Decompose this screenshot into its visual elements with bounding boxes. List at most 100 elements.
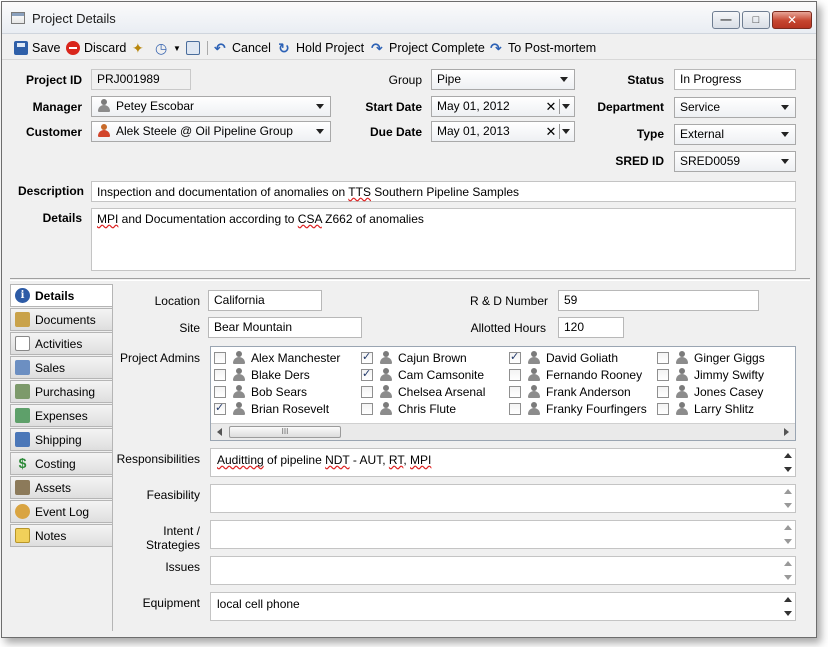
tab-expenses[interactable]: Expenses [10,404,113,427]
admin-item[interactable]: Chelsea Arsenal [361,383,485,400]
admin-checkbox[interactable] [509,385,521,398]
admin-checkbox[interactable] [214,385,226,398]
print-button[interactable] [186,39,200,57]
hold-project-button[interactable]: ↻ Hold Project [278,39,364,57]
admin-item[interactable]: Jones Casey [657,383,763,400]
site-input[interactable]: Bear Mountain [208,317,362,338]
sred-id-dropdown[interactable]: SRED0059 [674,151,796,172]
group-dropdown[interactable]: Pipe [431,69,575,90]
clear-date-icon[interactable]: ✕ [544,97,558,116]
admin-item[interactable]: David Goliath [509,349,618,366]
admin-checkbox[interactable] [657,368,669,381]
admin-item[interactable]: Brian Rosevelt [214,400,329,417]
admin-item[interactable]: Ginger Giggs [657,349,765,366]
admin-checkbox[interactable] [214,368,226,381]
admin-item[interactable]: Jimmy Swifty [657,366,764,383]
admin-checkbox[interactable] [361,367,373,381]
type-dropdown[interactable]: External [674,124,796,145]
tab-costing[interactable]: $ Costing [10,452,113,475]
save-button[interactable]: Save [14,39,61,57]
new-item-button[interactable]: ✦ [132,39,146,57]
admin-item[interactable]: Frank Anderson [509,383,631,400]
tab-label: Assets [35,480,72,495]
manager-label: Manager [32,100,82,114]
discard-button[interactable]: Discard [66,39,126,57]
admin-item[interactable]: Fernando Rooney [509,366,642,383]
admin-item[interactable]: Larry Shlitz [657,400,754,417]
responsibilities-scroll[interactable] [783,451,793,474]
admin-name: Frank Anderson [546,384,631,399]
customer-dropdown[interactable]: Alek Steele @ Oil Pipeline Group [91,121,331,142]
details-textarea[interactable]: MPI and Documentation according to CSA Z… [91,208,796,271]
tab-documents[interactable]: Documents [10,308,113,331]
admin-checkbox[interactable] [214,351,226,364]
admin-item[interactable]: Bob Sears [214,383,307,400]
notes-icon [15,528,30,543]
tab-label: Notes [35,528,67,543]
tab-sales[interactable]: Sales [10,356,113,379]
clear-date-icon[interactable]: ✕ [544,122,558,141]
admins-horizontal-scrollbar[interactable]: III [211,423,795,440]
location-input[interactable]: California [208,290,322,311]
to-post-mortem-button[interactable]: ↷ To Post-mortem [490,39,596,57]
equipment-textarea[interactable]: local cell phone [210,592,796,621]
responsibilities-textarea[interactable]: Auditting of pipeline NDT - AUT, RT, MPI [210,448,796,477]
chevron-down-icon[interactable] [562,104,570,109]
admin-checkbox[interactable] [657,385,669,398]
admin-item[interactable]: Cam Camsonite [361,366,484,383]
tab-label: Expenses [35,408,88,423]
admin-name: Jones Casey [694,384,764,399]
add-timer-dropdown-button[interactable]: ◷ ▼ [155,39,181,57]
project-complete-button[interactable]: ↷ Project Complete [371,39,485,57]
admin-name: Bob Sears [251,384,308,399]
department-dropdown[interactable]: Service [674,97,796,118]
issues-textarea[interactable] [210,556,796,585]
rd-number-input[interactable]: 59 [558,290,759,311]
admin-item[interactable]: Alex Manchester [214,349,340,366]
admin-checkbox[interactable] [361,402,373,415]
tab-notes[interactable]: Notes [10,524,113,547]
tab-activities[interactable]: Activities [10,332,113,355]
scroll-thumb[interactable]: III [229,426,341,438]
status-field[interactable]: In Progress [674,69,796,90]
admin-item[interactable]: Blake Ders [214,366,310,383]
tab-assets[interactable]: Assets [10,476,113,499]
close-button[interactable]: ✕ [772,11,812,29]
group-value: Pipe [437,72,462,86]
manager-dropdown[interactable]: Petey Escobar [91,96,331,117]
allotted-hours-input[interactable]: 120 [558,317,624,338]
admin-item[interactable]: Cajun Brown [361,349,467,366]
tab-shipping[interactable]: Shipping [10,428,113,451]
intent-scroll[interactable] [783,523,793,546]
admin-checkbox[interactable] [361,350,373,364]
equipment-scroll[interactable] [783,595,793,618]
tab-event-log[interactable]: Event Log [10,500,113,523]
admin-checkbox[interactable] [214,401,226,415]
feasibility-scroll[interactable] [783,487,793,510]
due-date-picker[interactable]: May 01, 2013 ✕ [431,121,575,142]
feasibility-textarea[interactable] [210,484,796,513]
admin-checkbox[interactable] [657,351,669,364]
start-date-picker[interactable]: May 01, 2012 ✕ [431,96,575,117]
maximize-button[interactable]: □ [742,11,770,29]
minimize-button[interactable]: — [712,11,740,29]
chevron-down-icon: ▼ [173,43,181,53]
scroll-left-icon[interactable] [217,428,222,436]
issues-scroll[interactable] [783,559,793,582]
admin-item[interactable]: Chris Flute [361,400,456,417]
description-input[interactable]: Inspection and documentation of anomalie… [91,181,796,202]
panel-splitter[interactable] [10,278,810,281]
admin-checkbox[interactable] [657,402,669,415]
admin-checkbox[interactable] [509,368,521,381]
chevron-down-icon[interactable] [562,129,570,134]
minimize-icon: — [720,14,732,26]
admin-item[interactable]: Franky Fourfingers [509,400,647,417]
admin-checkbox[interactable] [509,350,521,364]
tab-purchasing[interactable]: Purchasing [10,380,113,403]
cancel-button[interactable]: ↶ Cancel [214,39,271,57]
admin-checkbox[interactable] [509,402,521,415]
scroll-right-icon[interactable] [784,428,789,436]
admin-checkbox[interactable] [361,385,373,398]
intent-strategies-textarea[interactable] [210,520,796,549]
tab-details[interactable]: i Details [10,284,113,307]
